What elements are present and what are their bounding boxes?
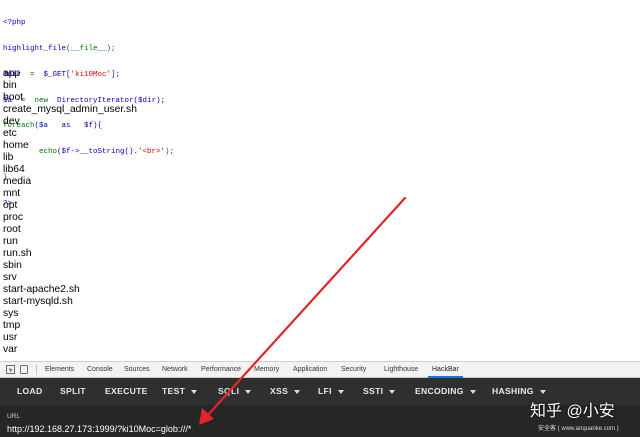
arrow-shaft — [205, 196, 407, 418]
annotation-arrow — [199, 196, 407, 425]
